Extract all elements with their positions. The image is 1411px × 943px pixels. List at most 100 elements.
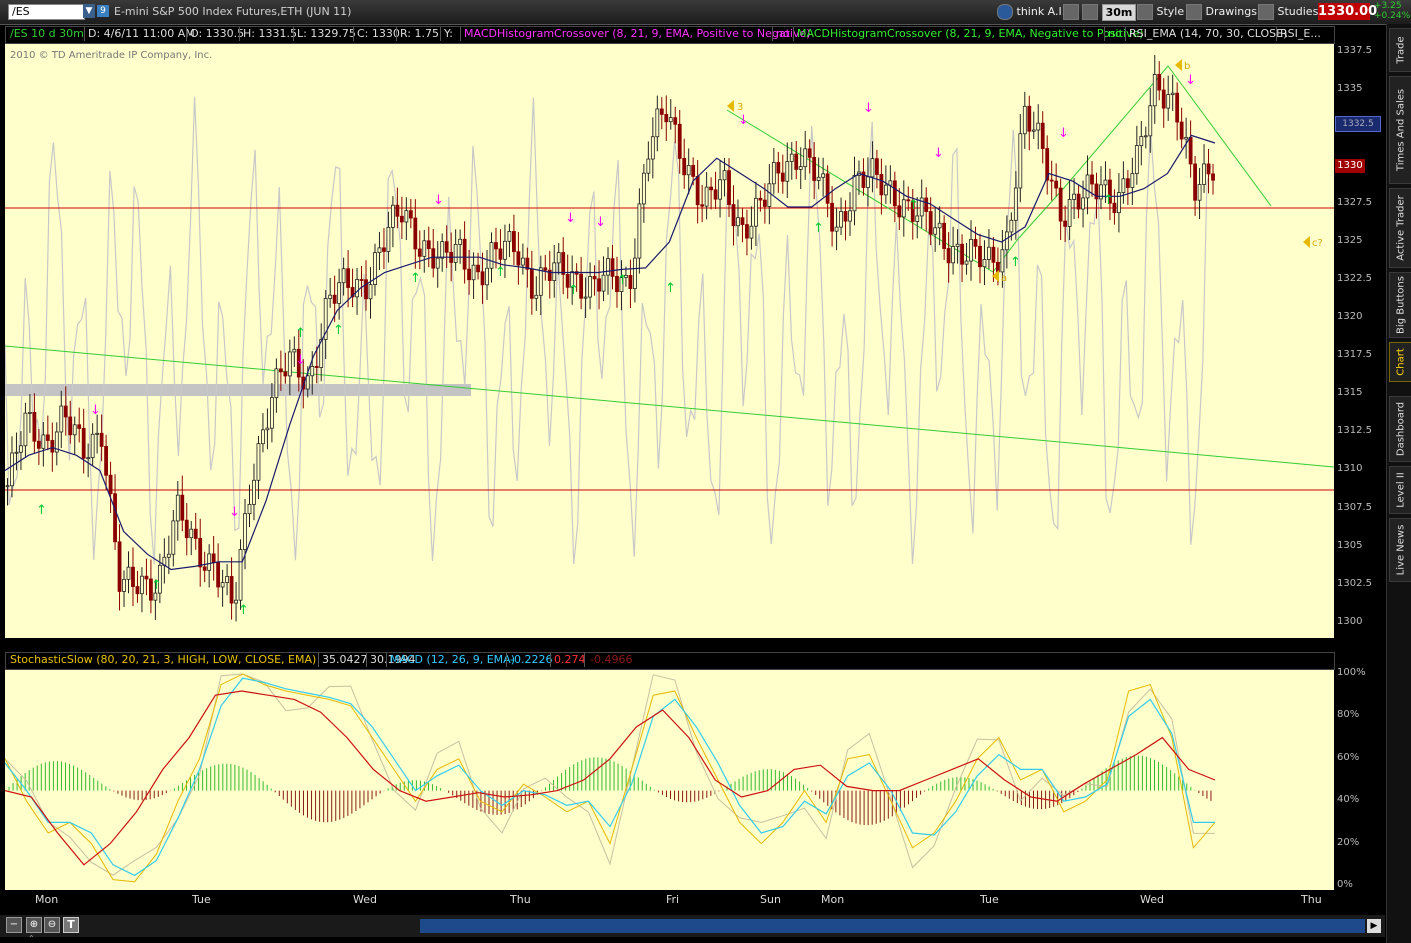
candle <box>987 229 991 269</box>
time-tick-label: Fri <box>666 893 680 906</box>
candle <box>171 509 176 567</box>
price-tick-label: 1312.5 <box>1337 425 1372 437</box>
divider <box>460 27 461 41</box>
candle <box>588 262 592 310</box>
candle <box>686 148 691 195</box>
candle <box>888 165 893 204</box>
candle <box>1206 148 1211 194</box>
time-tick-label: Wed <box>353 893 377 906</box>
divider <box>440 27 441 41</box>
studies-button[interactable]: Studies <box>1258 4 1318 20</box>
study-rsi-ema[interactable]: RSI_EMA (14, 70, 30, CLOSE) <box>1129 27 1287 41</box>
candle <box>45 415 50 451</box>
oscillator-axis[interactable]: 100% 80% 60% 40% 20% 0% <box>1334 667 1384 890</box>
candle <box>1058 178 1063 240</box>
zoom-reset-icon[interactable]: ⊖ <box>44 917 60 933</box>
scroll-right-icon[interactable]: ▶ <box>1367 919 1381 933</box>
candle <box>843 200 848 241</box>
stochastic-label[interactable]: StochasticSlow (80, 20, 21, 3, HIGH, LOW… <box>10 653 316 667</box>
text-tool-icon[interactable]: T <box>63 917 79 933</box>
timeframe-button[interactable]: 30m <box>1102 4 1136 21</box>
candle <box>771 147 776 195</box>
candle <box>1067 179 1072 241</box>
wave-b-marker <box>1175 59 1182 71</box>
candle <box>754 181 758 246</box>
candle <box>417 230 422 270</box>
tab-active-trader[interactable]: Active Trader <box>1389 188 1411 268</box>
candle <box>1072 178 1076 220</box>
sell-signal-arrow-icon: ↓ <box>295 353 306 368</box>
candle <box>1117 173 1121 233</box>
tab-big-buttons[interactable]: Big Buttons <box>1389 272 1411 338</box>
candle <box>892 171 897 223</box>
candle <box>1134 125 1139 185</box>
price-chart-pane[interactable]: 2010 © TD Ameritrade IP Company, Inc. ↑ ↑… <box>4 44 1335 638</box>
bar-y: Y: <box>444 27 453 40</box>
drawings-button[interactable]: Drawings <box>1186 4 1257 20</box>
symbol-input[interactable]: /ES <box>8 4 85 20</box>
candle <box>1157 61 1162 101</box>
time-tick-label: Mon <box>821 893 845 906</box>
candle <box>982 240 987 286</box>
candle <box>229 557 234 620</box>
candle <box>1188 120 1193 178</box>
candle <box>852 156 857 226</box>
wave-label-b: b <box>1184 61 1190 72</box>
buy-signal-arrow-icon: ↑ <box>495 265 506 280</box>
candle <box>104 434 108 490</box>
price-axis[interactable]: 1337.5 1335 1332.5 1330 1327.5 1325 1322.5 1320… <box>1334 44 1384 638</box>
collapse-icon[interactable]: ⌃ <box>28 934 46 943</box>
candle <box>901 180 906 237</box>
candle <box>1040 111 1045 164</box>
macd-label[interactable]: MACD (12, 26, 9, EMA) <box>390 653 515 667</box>
zoom-in-icon[interactable]: ⊕ <box>26 917 42 933</box>
net-change: +3.25 <box>1374 1 1402 11</box>
tab-times-and-sales[interactable]: Times And Sales <box>1389 76 1411 184</box>
candle <box>1184 117 1189 159</box>
drawing-tools-button[interactable] <box>1063 4 1079 20</box>
price-tick-label: 1325 <box>1337 235 1363 246</box>
bar-range: R: 1.75 <box>400 27 439 40</box>
symbol-dropdown-icon[interactable]: ▼ <box>83 4 95 18</box>
bar-close: C: 1330 <box>357 27 400 40</box>
candle <box>485 250 489 300</box>
price-chart-svg: 2010 © TD Ameritrade IP Company, Inc. ↑ ↑… <box>4 50 1335 622</box>
divider <box>1276 27 1277 41</box>
oscillator-pane[interactable] <box>4 670 1334 890</box>
candle <box>1175 82 1180 141</box>
candle <box>861 158 866 196</box>
macd-diff: -0.4966 <box>590 653 633 666</box>
buy-signal-arrow-icon: ↑ <box>568 283 579 298</box>
candle <box>825 165 830 218</box>
tab-label: Times And Sales <box>1395 88 1406 172</box>
candle <box>1049 160 1054 201</box>
tab-level-ii[interactable]: Level II <box>1389 466 1411 514</box>
candle <box>81 408 86 474</box>
time-axis[interactable]: Mon Tue Wed Thu Fri Sun Mon Tue Wed Thu <box>5 890 1334 910</box>
candle <box>512 214 516 266</box>
tab-live-news[interactable]: Live News <box>1389 518 1411 582</box>
study-macd-pos-neg[interactable]: MACDHistogramCrossover (8, 21, 9, EMA, P… <box>464 27 811 41</box>
candle <box>516 231 521 285</box>
price-tick-label: 1310 <box>1337 463 1363 475</box>
style-button[interactable]: Style <box>1137 4 1184 20</box>
chart-scrollbar[interactable] <box>420 919 1365 933</box>
candle <box>933 208 938 252</box>
tab-trade[interactable]: Trade <box>1389 28 1411 72</box>
candle <box>162 538 167 584</box>
zoom-tools-button[interactable] <box>1082 4 1098 20</box>
candle <box>520 243 525 275</box>
candle <box>399 196 404 239</box>
think-ai-button[interactable]: think A.I. <box>997 4 1065 20</box>
study-macd-neg-pos[interactable]: MACDHistogramCrossover (8, 21, 9, EMA, N… <box>797 27 1144 41</box>
link-number-button[interactable]: 9 <box>97 5 109 17</box>
tab-dashboard[interactable]: Dashboard <box>1389 396 1411 462</box>
candle <box>601 256 606 302</box>
candle <box>650 117 655 179</box>
candle <box>1045 135 1050 195</box>
tab-chart[interactable]: Chart <box>1389 342 1411 382</box>
zoom-out-icon[interactable]: − <box>6 917 22 933</box>
study-rsi-ema-truncated[interactable]: RSI_E... <box>1280 27 1321 41</box>
candle <box>198 518 203 587</box>
copyright: 2010 © TD Ameritrade IP Company, Inc. <box>10 50 212 61</box>
